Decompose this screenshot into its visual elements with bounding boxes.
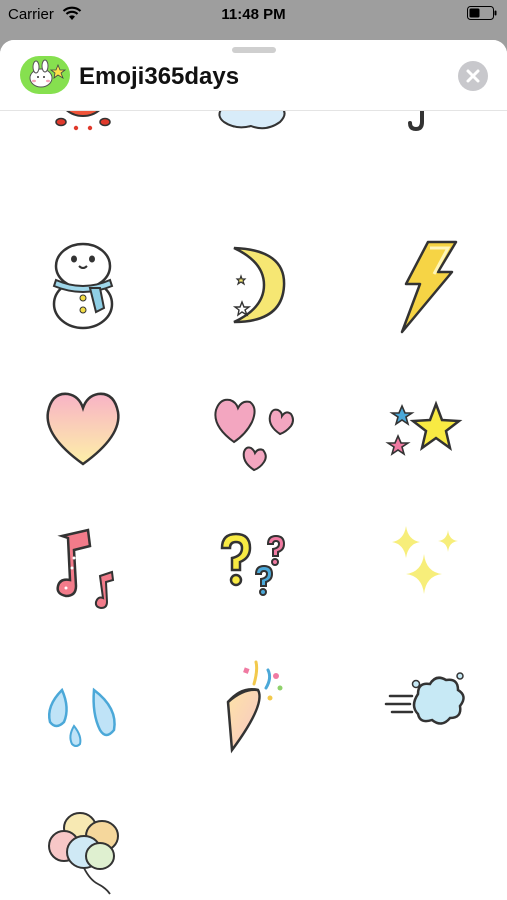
bunny-icon [20, 56, 70, 94]
sticker-cloud[interactable] [196, 110, 306, 140]
balloons-icon [48, 812, 119, 895]
music-notes-icon [56, 528, 115, 610]
sticker-grid [0, 110, 507, 900]
sticker-moon[interactable] [198, 228, 308, 338]
party-popper-icon [226, 660, 283, 754]
sticker-sheet: Emoji365days [0, 40, 507, 900]
close-icon [466, 69, 480, 83]
sticker-snowman[interactable] [28, 228, 138, 338]
sticker-umbrella[interactable] [366, 110, 476, 140]
close-button[interactable] [458, 61, 488, 91]
status-bar: Carrier 11:48 PM [0, 0, 507, 32]
snowman-icon [52, 242, 114, 330]
lightning-icon [400, 240, 458, 334]
sticker-sweat[interactable] [28, 648, 138, 758]
sticker-lightning[interactable] [368, 228, 478, 338]
sparkles-icon [392, 526, 458, 594]
battery-icon [467, 6, 497, 20]
question-marks-icon [220, 532, 286, 596]
sheet-header: Emoji365days [0, 40, 507, 111]
app-title: Emoji365days [79, 63, 240, 90]
sticker-music[interactable] [28, 508, 138, 618]
cloud-icon [218, 110, 286, 130]
sticker-stars[interactable] [368, 368, 478, 478]
heart-icon [46, 392, 120, 466]
sticker-sparkles[interactable] [368, 508, 478, 618]
sticker-dash[interactable] [368, 648, 478, 758]
crescent-moon-icon [232, 246, 286, 324]
sweat-drops-icon [48, 687, 116, 747]
clock: 11:48 PM [221, 6, 286, 23]
stars-icon [385, 400, 463, 456]
sun-icon [55, 110, 111, 131]
sticker-heart[interactable] [28, 368, 138, 478]
sticker-party[interactable] [198, 648, 308, 758]
dash-puff-icon [384, 672, 465, 725]
sticker-hearts[interactable] [198, 368, 308, 478]
sheet-grabber[interactable] [232, 47, 276, 53]
sticker-sun[interactable] [28, 110, 138, 140]
hearts-icon [214, 398, 294, 472]
sticker-questions[interactable] [198, 508, 308, 618]
sticker-balloons[interactable] [28, 788, 138, 898]
umbrella-icon [408, 110, 424, 132]
